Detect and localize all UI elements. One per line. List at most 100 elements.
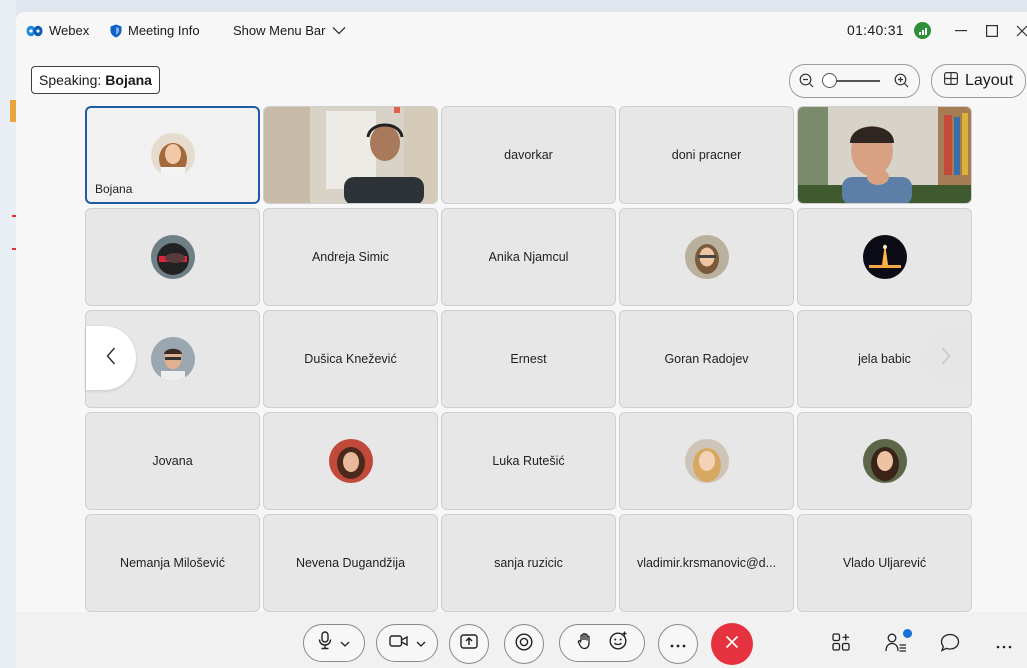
participant-name: Anika Njamcul: [488, 250, 569, 264]
avatar: [150, 133, 195, 177]
chat-button[interactable]: [938, 633, 962, 657]
participant-tile[interactable]: davorkar: [441, 106, 616, 204]
participants-button[interactable]: [884, 629, 912, 657]
minimize-icon[interactable]: [951, 21, 971, 41]
participant-tile[interactable]: [797, 208, 972, 306]
video-button[interactable]: [376, 624, 438, 662]
title-bar: Webex Meeting Info Show Menu Bar 01:40:3…: [16, 12, 1027, 50]
apps-button[interactable]: [829, 633, 853, 657]
reactions-group: [559, 624, 645, 662]
participant-tile[interactable]: Anika Njamcul: [441, 208, 616, 306]
zoom-control: [789, 64, 920, 98]
share-screen-icon: [460, 634, 478, 654]
participant-tile[interactable]: Ernest: [441, 310, 616, 408]
participant-tile[interactable]: doni pracner: [619, 106, 794, 204]
more-options-button[interactable]: [658, 624, 698, 664]
webex-logo-icon: [26, 25, 43, 37]
participant-name: doni pracner: [671, 148, 742, 162]
zoom-in-icon[interactable]: [894, 73, 909, 93]
participant-tile[interactable]: [263, 106, 438, 204]
avatar: [328, 439, 373, 483]
participant-name: Andreja Simic: [311, 250, 390, 264]
hand-icon[interactable]: [577, 632, 593, 655]
layout-button[interactable]: Layout: [931, 64, 1026, 98]
chevron-down-icon: [332, 26, 346, 35]
chevron-down-icon: [416, 634, 426, 652]
zoom-slider-thumb[interactable]: [822, 73, 837, 88]
notification-badge: [903, 629, 912, 638]
close-icon: [725, 635, 739, 654]
participant-tile[interactable]: Goran Radojev: [619, 310, 794, 408]
grid-layout-icon: [943, 72, 958, 90]
meeting-timer: 01:40:31: [847, 22, 904, 38]
avatar: [862, 235, 907, 279]
participant-tile[interactable]: [797, 412, 972, 510]
participant-name: Goran Radojev: [664, 352, 749, 366]
chevron-left-icon: [106, 347, 116, 370]
emoji-icon[interactable]: [608, 631, 628, 655]
leave-meeting-button[interactable]: [711, 623, 753, 665]
participant-name: Ernest: [510, 352, 547, 366]
participant-name: Bojana: [95, 182, 133, 196]
participant-tile[interactable]: Luka Rutešić: [441, 412, 616, 510]
participant-tile[interactable]: [619, 412, 794, 510]
apps-icon: [831, 633, 851, 657]
share-button[interactable]: [449, 624, 489, 664]
ellipsis-icon: [996, 636, 1012, 654]
show-menu-bar-button[interactable]: Show Menu Bar: [233, 23, 346, 38]
show-menu-bar-label: Show Menu Bar: [233, 23, 326, 38]
active-speaker-indicator: Speaking: Bojana: [31, 66, 160, 94]
participant-tile[interactable]: Jovana: [85, 412, 260, 510]
chevron-right-icon: [941, 347, 951, 370]
record-button[interactable]: [504, 624, 544, 664]
participant-name: davorkar: [504, 148, 553, 162]
participant-grid: Bojana davorkar doni pracner Andreja Simic A…: [85, 106, 972, 612]
speaking-name: Bojana: [105, 72, 152, 88]
meeting-info-button[interactable]: Meeting Info: [110, 23, 200, 38]
mute-button[interactable]: [303, 624, 365, 662]
participant-name: Nevena Dugandžija: [295, 556, 406, 570]
chat-icon: [940, 633, 960, 657]
avatar: [684, 439, 729, 483]
participant-name: Dušica Knežević: [304, 352, 397, 366]
record-icon: [515, 632, 533, 656]
participant-tile[interactable]: Andreja Simic: [263, 208, 438, 306]
meeting-controls: [16, 612, 1027, 668]
participant-tile[interactable]: [85, 208, 260, 306]
participant-tile[interactable]: vladimir.krsmanovic@d...: [619, 514, 794, 612]
camera-icon: [388, 634, 408, 653]
shield-icon: [110, 24, 122, 38]
participant-tile[interactable]: Nemanja Milošević: [85, 514, 260, 612]
maximize-icon[interactable]: [982, 21, 1002, 41]
close-window-icon[interactable]: [1012, 21, 1027, 41]
participant-tile[interactable]: sanja ruzicic: [441, 514, 616, 612]
desktop-background: [0, 0, 16, 668]
layout-label: Layout: [964, 72, 1014, 89]
participant-tile[interactable]: [619, 208, 794, 306]
participant-tile[interactable]: [797, 106, 972, 204]
avatar: [862, 439, 907, 483]
avatar: [150, 235, 195, 279]
participant-tile[interactable]: Dušica Knežević: [263, 310, 438, 408]
participant-tile[interactable]: [263, 412, 438, 510]
app-menu[interactable]: Webex: [26, 23, 89, 38]
participant-tile[interactable]: Nevena Dugandžija: [263, 514, 438, 612]
participant-video: [264, 107, 437, 203]
app-name: Webex: [49, 23, 90, 38]
participant-video: [798, 107, 971, 203]
participant-name: Nemanja Milošević: [120, 556, 225, 570]
participant-name: jela babic: [858, 352, 911, 366]
speaking-prefix: Speaking:: [39, 72, 102, 88]
webex-meeting-window: Webex Meeting Info Show Menu Bar 01:40:3…: [16, 12, 1027, 668]
participant-name: vladimir.krsmanovic@d...: [636, 556, 777, 570]
participant-name: Vlado Uljarević: [842, 556, 927, 570]
zoom-out-icon[interactable]: [799, 73, 814, 93]
participant-tile[interactable]: Vlado Uljarević: [797, 514, 972, 612]
microphone-icon: [318, 631, 332, 655]
participant-name: Luka Rutešić: [492, 454, 565, 468]
chevron-down-icon: [340, 634, 350, 652]
avatar: [684, 235, 729, 279]
participant-tile[interactable]: Bojana: [85, 106, 260, 204]
network-signal-icon[interactable]: [914, 22, 931, 39]
more-panels-button[interactable]: [992, 633, 1016, 657]
